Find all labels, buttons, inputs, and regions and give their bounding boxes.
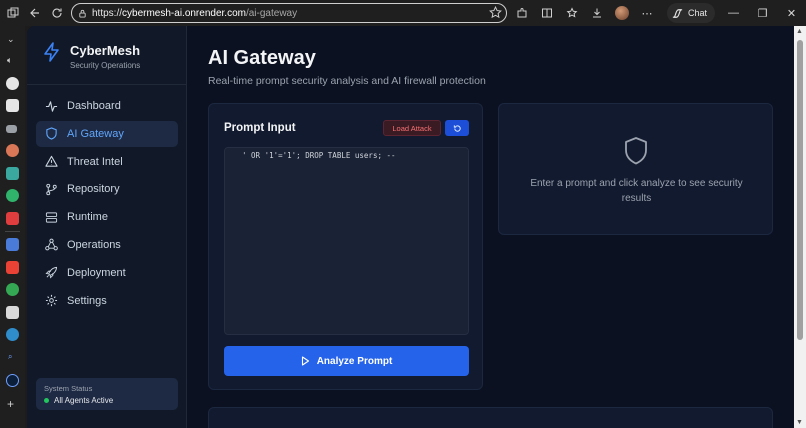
more-menu-icon[interactable]: ⋯ [636,2,658,24]
chevron-down-icon[interactable]: ⌄ [7,34,15,45]
split-screen-icon[interactable] [536,2,558,24]
browser-toolbar: https://cybermesh-ai.onrender.com/ai-gat… [0,0,806,26]
status-value: All Agents Active [54,396,114,405]
network-icon [45,238,58,251]
analyze-label: Analyze Prompt [316,355,393,367]
reset-button[interactable] [445,120,469,136]
brand-subtitle: Security Operations [70,61,141,70]
sidebar-item-label: Deployment [67,266,126,279]
sidebar-item-operations[interactable]: Operations [36,232,178,258]
gmail-app-icon[interactable] [6,261,19,274]
app-page: CyberMesh Security Operations Dashboard … [27,26,794,428]
activity-icon [45,100,58,113]
downloads-icon[interactable] [586,2,608,24]
sidebar-item-threat-intel[interactable]: Threat Intel [36,149,178,175]
globe-app-icon[interactable] [6,328,19,341]
analysis-result-card: Enter a prompt and click analyze to see … [498,103,773,235]
claude-app-icon[interactable] [6,144,19,157]
server-icon [45,211,58,224]
lock-icon [78,9,87,18]
profile-avatar[interactable] [611,2,633,24]
restore-icon[interactable]: ❐ [748,0,777,26]
rotate-ccw-icon [453,124,462,133]
maps-app-icon[interactable] [6,238,19,251]
back-icon[interactable] [24,2,46,24]
scroll-up-icon[interactable]: ▲ [796,28,803,35]
lightning-icon [43,42,61,62]
page-title: AI Gateway [208,47,316,69]
prompt-textarea[interactable]: ' OR '1'='1'; DROP TABLE users; -- [224,147,469,335]
github-app-icon[interactable] [6,77,19,90]
page-scrollbar[interactable]: ▲ ▼ [794,26,806,428]
shield-icon [45,127,58,140]
address-bar[interactable]: https://cybermesh-ai.onrender.com/ai-gat… [71,3,507,23]
sidebar-nav: Dashboard AI Gateway Threat Intel Reposi… [36,93,178,315]
analyze-prompt-button[interactable]: Analyze Prompt [224,346,469,376]
sidebar-item-settings[interactable]: Settings [36,288,178,314]
empty-state-text: Enter a prompt and click analyze to see … [530,178,743,204]
sidebar-item-runtime[interactable]: Runtime [36,204,178,230]
divider [27,84,187,85]
status-dot-icon [44,398,49,403]
sidebar-item-repository[interactable]: Repository [36,176,178,202]
chrome-app-icon[interactable] [6,283,19,296]
prompt-input-card: Prompt Input Load Attack ' OR '1'='1'; D… [208,103,483,390]
results-card [208,407,773,428]
linear-app-icon[interactable] [6,189,19,202]
system-status-panel: System Status All Agents Active [36,378,178,410]
warning-icon [45,155,58,168]
sidebar-item-ai-gateway[interactable]: AI Gateway [36,120,178,147]
dashlane-app-icon[interactable] [6,374,19,387]
play-icon [301,356,310,366]
add-app-icon[interactable]: + [7,397,14,411]
git-branch-icon [45,183,58,196]
extensions-icon[interactable] [511,2,533,24]
chat-label: Chat [688,8,708,18]
page-subtitle: Real-time prompt security analysis and A… [208,75,486,87]
shield-icon [623,136,649,166]
gear-icon [45,294,58,307]
scrollbar-thumb[interactable] [797,40,803,340]
sidebar-item-dashboard[interactable]: Dashboard [36,93,178,119]
workspaces-icon[interactable] [2,2,24,24]
refresh-icon[interactable] [46,2,68,24]
minimize-icon[interactable]: — [719,0,748,26]
url-text: https://cybermesh-ai.onrender.com/ai-gat… [92,7,298,19]
calendar-app-icon[interactable] [6,212,19,225]
app-icon[interactable] [6,125,17,133]
favorite-star-icon[interactable] [489,5,502,24]
sidebar-item-label: Threat Intel [67,155,123,168]
perplexity-app-icon[interactable] [6,167,19,180]
sidebar-item-label: Repository [67,183,120,196]
search-icon[interactable]: ⌕ [8,352,12,362]
brand-title: CyberMesh [70,43,141,58]
sidebar: CyberMesh Security Operations Dashboard … [27,26,187,428]
instagram-app-icon[interactable] [6,99,19,112]
rail-divider [5,231,20,232]
copilot-chat-button[interactable]: Chat [667,3,716,23]
link-app-icon[interactable] [6,306,19,319]
sidebar-item-label: AI Gateway [67,127,124,140]
close-icon[interactable]: ✕ [777,0,806,26]
copilot-icon [671,7,684,20]
rocket-icon [45,266,58,279]
browser-sidebar-rail: ⌄ 🔈︎ ⌕ + [0,26,25,428]
sidebar-item-label: Operations [67,238,121,251]
favorites-icon[interactable] [561,2,583,24]
speaker-icon[interactable]: 🔈︎ [7,55,12,66]
sidebar-item-label: Runtime [67,211,108,224]
card-heading: Prompt Input [224,122,296,134]
scroll-down-icon[interactable]: ▼ [796,419,803,426]
load-attack-button[interactable]: Load Attack [383,120,441,136]
sidebar-item-label: Settings [67,294,107,307]
sidebar-item-label: Dashboard [67,100,121,112]
sidebar-item-deployment[interactable]: Deployment [36,260,178,286]
brand[interactable]: CyberMesh Security Operations [43,42,140,70]
status-label: System Status [44,384,93,393]
